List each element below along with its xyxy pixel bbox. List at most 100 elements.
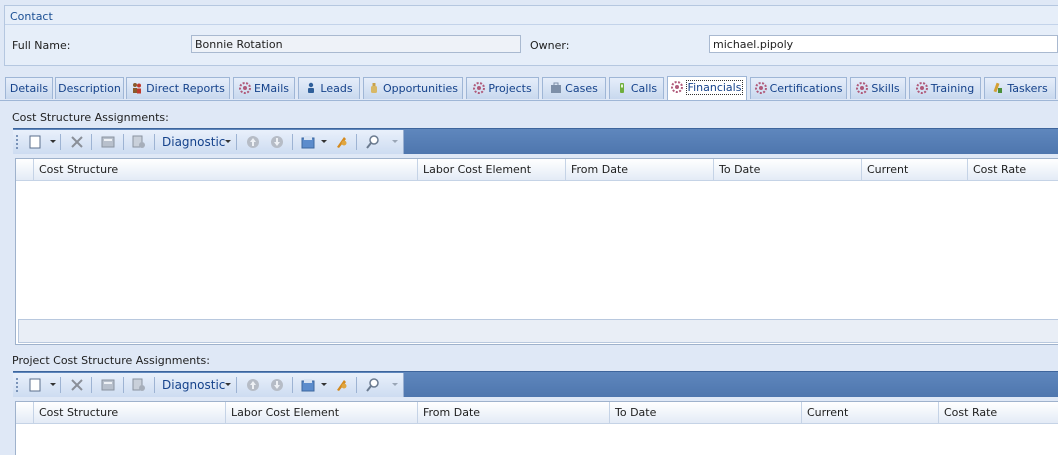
toolbar-separator <box>356 377 357 393</box>
view-icon[interactable] <box>131 377 147 393</box>
column-header[interactable]: From Date <box>418 402 610 424</box>
move-up-icon[interactable] <box>245 377 261 393</box>
tools-icon[interactable] <box>333 134 349 150</box>
export-icon[interactable] <box>300 377 316 393</box>
contact-panel-title: Contact <box>10 10 53 23</box>
owner-label: Owner: <box>530 39 570 52</box>
export-dropdown-caret[interactable] <box>321 140 327 143</box>
new-record-icon[interactable] <box>27 377 43 393</box>
move-up-icon[interactable] <box>245 134 261 150</box>
toolbar-grip <box>16 135 18 149</box>
tab-certifications[interactable]: Certifications <box>750 77 847 99</box>
tab-label: Leads <box>320 82 353 95</box>
gear-icon <box>238 82 251 94</box>
column-header[interactable]: To Date <box>714 159 862 181</box>
diagnostic-menu[interactable]: Diagnostic <box>162 134 225 150</box>
tab-details[interactable]: Details <box>5 77 53 99</box>
search-icon[interactable] <box>365 377 381 393</box>
gear-icon <box>754 82 767 94</box>
tab-label: Calls <box>630 82 658 95</box>
tab-label: Taskers <box>1007 82 1048 95</box>
tab-training[interactable]: Training <box>909 77 981 99</box>
phone-icon <box>619 83 624 93</box>
toolbar-separator <box>356 134 357 150</box>
column-header[interactable]: To Date <box>610 402 802 424</box>
toolbar-separator <box>91 134 92 150</box>
toolbar-separator <box>236 134 237 150</box>
save-icon[interactable] <box>100 377 116 393</box>
diagnostic-dropdown-caret[interactable] <box>225 383 231 386</box>
pencil-icon <box>993 82 1003 93</box>
owner-field[interactable]: michael.pipoly <box>709 35 1058 53</box>
tools-icon[interactable] <box>333 377 349 393</box>
toolbar-separator <box>123 134 124 150</box>
tab-cases[interactable]: Cases <box>542 77 606 99</box>
grid1-toolbar: Diagnostic <box>13 128 1058 154</box>
search-icon[interactable] <box>365 134 381 150</box>
row-selector-header[interactable] <box>16 402 34 424</box>
new-record-icon[interactable] <box>27 134 43 150</box>
column-header[interactable]: Labor Cost Element <box>418 159 566 181</box>
tab-skills[interactable]: Skills <box>850 77 906 99</box>
tab-label: Opportunities <box>382 82 459 95</box>
tab-label: Description <box>58 82 121 95</box>
tab-projects[interactable]: Projects <box>466 77 539 99</box>
move-down-icon[interactable] <box>269 377 285 393</box>
delete-icon[interactable] <box>69 134 85 150</box>
new-dropdown-caret[interactable] <box>50 383 56 386</box>
person-icon <box>308 82 315 93</box>
grid2-toolbar: Diagnostic <box>13 371 1058 397</box>
delete-icon[interactable] <box>69 377 85 393</box>
move-down-icon[interactable] <box>269 134 285 150</box>
toolbar-separator <box>91 377 92 393</box>
tab-label: Projects <box>488 82 532 95</box>
tab-label: Direct Reports <box>146 82 225 95</box>
column-header[interactable]: From Date <box>566 159 714 181</box>
project-cost-structure-grid: Cost Structure Labor Cost Element From D… <box>15 401 1058 455</box>
diagnostic-dropdown-caret[interactable] <box>225 140 231 143</box>
column-header[interactable]: Cost Structure <box>34 159 418 181</box>
tab-label: Skills <box>871 82 900 95</box>
tab-calls[interactable]: Calls <box>609 77 664 99</box>
column-header[interactable]: Cost Rate <box>939 402 1058 424</box>
row-selector-header[interactable] <box>16 159 34 181</box>
tab-label: Details <box>9 82 49 95</box>
diagnostic-menu[interactable]: Diagnostic <box>162 377 225 393</box>
gear-icon <box>670 81 683 93</box>
tab-label: Certifications <box>769 82 843 95</box>
cost-structure-assignments-label: Cost Structure Assignments: <box>12 111 169 124</box>
tab-description[interactable]: Description <box>55 77 124 99</box>
tab-emails[interactable]: EMails <box>233 77 295 99</box>
tab-taskers[interactable]: Taskers <box>984 77 1056 99</box>
search-dropdown-caret[interactable] <box>392 140 398 143</box>
tab-label: EMails <box>253 82 290 95</box>
save-icon[interactable] <box>100 134 116 150</box>
column-header[interactable]: Current <box>862 159 968 181</box>
grid1-toolbar-buttons: Diagnostic <box>13 130 404 154</box>
view-icon[interactable] <box>131 134 147 150</box>
column-header[interactable]: Labor Cost Element <box>226 402 418 424</box>
toolbar-separator <box>154 134 155 150</box>
export-icon[interactable] <box>300 134 316 150</box>
column-header[interactable]: Current <box>802 402 939 424</box>
gear-icon <box>473 82 486 94</box>
grid2-toolbar-buttons: Diagnostic <box>13 373 404 397</box>
new-dropdown-caret[interactable] <box>50 140 56 143</box>
column-header[interactable]: Cost Rate <box>968 159 1058 181</box>
column-header[interactable]: Cost Structure <box>34 402 226 424</box>
tab-financials[interactable]: Financials <box>667 76 747 100</box>
tab-direct-reports[interactable]: Direct Reports <box>126 77 230 99</box>
toolbar-separator <box>236 377 237 393</box>
full-name-field[interactable]: Bonnie Rotation <box>191 35 521 53</box>
toolbar-separator <box>123 377 124 393</box>
tab-leads[interactable]: Leads <box>298 77 360 99</box>
export-dropdown-caret[interactable] <box>321 383 327 386</box>
search-dropdown-caret[interactable] <box>392 383 398 386</box>
cost-structure-grid: Cost Structure Labor Cost Element From D… <box>15 158 1058 345</box>
tab-opportunities[interactable]: Opportunities <box>363 77 463 99</box>
tab-strip: Details Description Direct Reports EMail… <box>0 76 1058 101</box>
people-icon <box>133 83 142 94</box>
toolbar-separator <box>154 377 155 393</box>
toolbar-separator <box>292 377 293 393</box>
project-cost-structure-assignments-label: Project Cost Structure Assignments: <box>12 354 210 367</box>
